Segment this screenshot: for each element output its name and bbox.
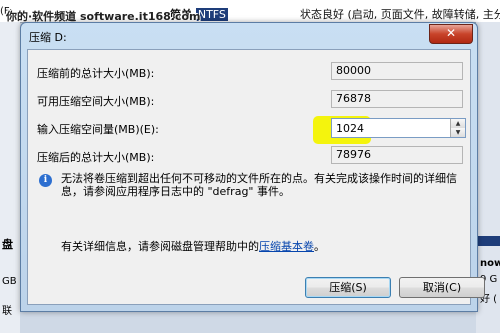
background-disk-label: 盘 xyxy=(2,238,13,251)
background-partition-name: now xyxy=(480,258,500,269)
background-size-label: GB xyxy=(2,276,17,287)
shrink-button[interactable]: 压缩(S) xyxy=(305,277,391,298)
dialog-client-area: 压缩前的总计大小(MB): 80000 可用压缩空间大小(MB): 76878 … xyxy=(27,49,485,305)
background-partition-bar xyxy=(476,236,500,246)
close-icon: ✕ xyxy=(445,26,457,40)
spin-down-button[interactable]: ▼ xyxy=(450,128,465,137)
cancel-button[interactable]: 取消(C) xyxy=(399,277,485,298)
background-left-pane: 盘 GB 联 xyxy=(0,22,20,333)
info-message: 无法将卷压缩到超出任何不可移动的文件所在的点。有关完成该操作时间的详细信息，请参… xyxy=(61,172,457,198)
help-line: 有关详细信息，请参阅磁盘管理帮助中的压缩基本卷。 xyxy=(61,238,325,254)
total-before-field: 80000 xyxy=(331,62,463,80)
help-prefix: 有关详细信息，请参阅磁盘管理帮助中的 xyxy=(61,240,259,253)
shrink-amount-spinner[interactable]: ▲ ▼ xyxy=(331,118,466,138)
available-space-field: 76878 xyxy=(331,90,463,108)
shrink-dialog: 压缩 D: ✕ 压缩前的总计大小(MB): 80000 可用压缩空间大小(MB)… xyxy=(20,22,485,312)
close-button[interactable]: ✕ xyxy=(429,24,473,44)
background-status-label: 联 xyxy=(2,306,12,317)
total-after-label: 压缩后的总计大小(MB): xyxy=(37,151,155,164)
help-link-shrink-basic-volume[interactable]: 压缩基本卷 xyxy=(259,240,314,253)
shrink-amount-input[interactable] xyxy=(332,119,454,137)
total-before-label: 压缩前的总计大小(MB): xyxy=(37,67,155,80)
background-window-header: (F: 简单 NTFS 状态良好 (启动, 页面文件, 故障转储, 主分区) 你… xyxy=(0,0,500,23)
help-suffix: 。 xyxy=(314,240,325,253)
background-status-text: 状态良好 (启动, 页面文件, 故障转储, 主分区) xyxy=(300,8,500,21)
info-icon: i xyxy=(39,174,52,187)
dialog-titlebar[interactable]: 压缩 D: ✕ xyxy=(21,23,477,47)
shrink-amount-label: 输入压缩空间量(MB)(E): xyxy=(37,123,159,136)
total-after-field: 78976 xyxy=(331,146,463,164)
available-space-label: 可用压缩空间大小(MB): xyxy=(37,95,155,108)
dialog-title: 压缩 D: xyxy=(29,31,67,44)
